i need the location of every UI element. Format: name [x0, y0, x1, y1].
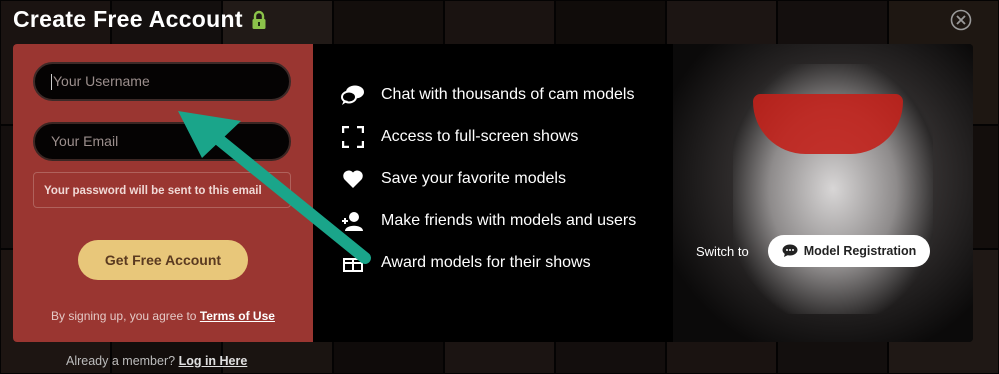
page-title-text: Create Free Account: [13, 6, 243, 32]
feature-item: Access to full-screen shows: [340, 116, 636, 158]
signup-modal: Your Username Your Email Your password w…: [13, 44, 973, 342]
lock-icon: [252, 10, 266, 29]
email-placeholder: Your Email: [51, 133, 119, 149]
heart-icon: [340, 167, 366, 191]
feature-list: Chat with thousands of cam models Access…: [340, 74, 636, 284]
feature-label: Access to full-screen shows: [381, 128, 579, 145]
chat-bubbles-icon: [340, 83, 366, 107]
terms-text: By signing up, you agree to Terms of Use: [13, 309, 313, 323]
feature-label: Chat with thousands of cam models: [381, 86, 635, 103]
signup-form: Your Username Your Email Your password w…: [13, 44, 313, 342]
username-input[interactable]: Your Username: [33, 62, 291, 101]
feature-label: Award models for their shows: [381, 254, 591, 271]
log-in-link[interactable]: Log in Here: [179, 354, 248, 368]
feature-label: Save your favorite models: [381, 170, 566, 187]
login-prompt: Already a member? Log in Here: [66, 354, 247, 368]
email-input[interactable]: Your Email: [33, 122, 291, 161]
promo-photo: [673, 44, 973, 342]
username-placeholder: Your Username: [53, 73, 150, 89]
fullscreen-icon: [340, 125, 366, 149]
feature-label: Make friends with models and users: [381, 212, 637, 229]
feature-item: Save your favorite models: [340, 158, 636, 200]
model-registration-label: Model Registration: [803, 244, 917, 258]
chat-icon: [782, 244, 798, 257]
already-member-text: Already a member?: [66, 354, 176, 368]
page-title: Create Free Account: [13, 6, 267, 33]
award-icon: [340, 251, 366, 275]
password-hint: Your password will be sent to this email: [33, 172, 291, 208]
switch-to-label: Switch to: [696, 244, 749, 259]
close-icon[interactable]: [950, 9, 972, 31]
text-caret: [51, 74, 52, 91]
feature-item: Award models for their shows: [340, 242, 636, 284]
terms-of-use-link[interactable]: Terms of Use: [200, 309, 275, 323]
feature-item: Chat with thousands of cam models: [340, 74, 636, 116]
feature-item: Make friends with models and users: [340, 200, 636, 242]
terms-prefix: By signing up, you agree to: [51, 309, 197, 323]
get-free-account-button[interactable]: Get Free Account: [78, 240, 248, 280]
model-registration-button[interactable]: Model Registration: [768, 235, 930, 267]
add-friend-icon: [340, 209, 366, 233]
